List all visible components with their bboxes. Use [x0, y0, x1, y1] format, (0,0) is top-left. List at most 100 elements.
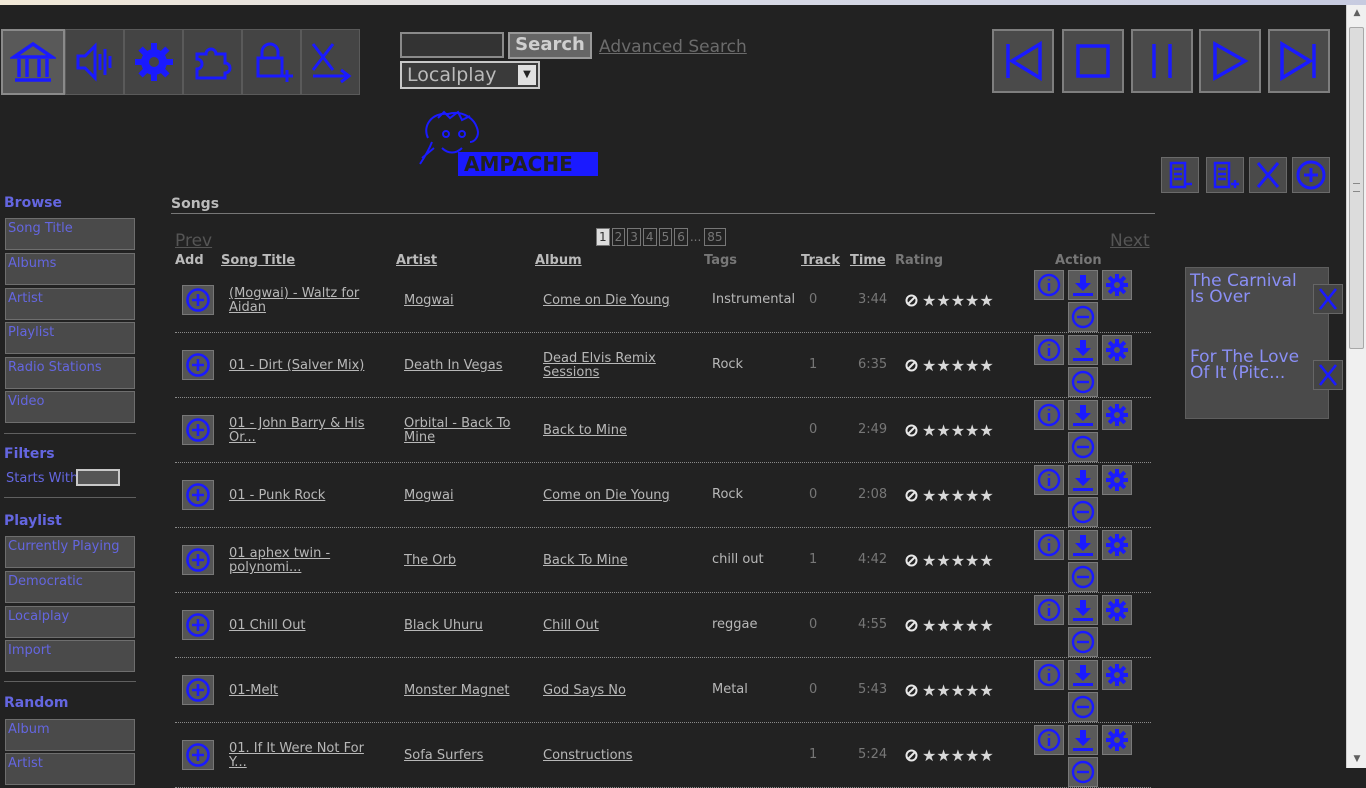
admin-button[interactable]: [242, 29, 301, 95]
now-playing-item[interactable]: The Carnival Is Over: [1190, 273, 1308, 306]
previous-track-button[interactable]: [992, 29, 1054, 93]
song-title-link[interactable]: 01 - Punk Rock: [229, 489, 379, 503]
preferences-button[interactable]: [124, 29, 183, 95]
player-select[interactable]: Localplay ▼: [400, 61, 540, 89]
scrollbar-thumb[interactable]: [1349, 27, 1364, 349]
edit-button[interactable]: [1102, 400, 1132, 430]
column-header-album[interactable]: Album: [535, 253, 582, 268]
pause-button[interactable]: [1131, 29, 1193, 93]
add-song-button[interactable]: [182, 740, 214, 770]
download-button[interactable]: [1068, 270, 1098, 300]
add-song-button[interactable]: [182, 350, 214, 380]
album-link[interactable]: God Says No: [543, 684, 673, 698]
sidebar-item-artist[interactable]: Artist: [5, 288, 135, 320]
sidebar-item-random-artist[interactable]: Artist: [5, 753, 135, 785]
album-link[interactable]: Back to Mine: [543, 424, 673, 438]
edit-button[interactable]: [1102, 595, 1132, 625]
page-link-last[interactable]: 85: [704, 228, 726, 246]
scroll-up-icon[interactable]: ▲: [1347, 5, 1366, 22]
rating-stars[interactable]: ★★★★★: [922, 291, 994, 310]
edit-button[interactable]: [1102, 335, 1132, 365]
download-button[interactable]: [1068, 595, 1098, 625]
download-button[interactable]: [1068, 660, 1098, 690]
remove-button[interactable]: [1068, 497, 1098, 527]
column-header-song-title[interactable]: Song Title: [221, 253, 295, 268]
song-title-link[interactable]: 01 Chill Out: [229, 619, 379, 633]
info-button[interactable]: [1034, 400, 1064, 430]
no-rating-icon[interactable]: [905, 359, 918, 372]
song-title-link[interactable]: 01 - John Barry & His Or...: [229, 417, 379, 445]
add-song-button[interactable]: [182, 610, 214, 640]
album-link[interactable]: Chill Out: [543, 619, 673, 633]
album-link[interactable]: Dead Elvis Remix Sessions: [543, 352, 673, 380]
scroll-down-icon[interactable]: ▼: [1347, 751, 1366, 768]
song-title-link[interactable]: 01 aphex twin - polynomi...: [229, 547, 379, 575]
rating-stars[interactable]: ★★★★★: [922, 421, 994, 440]
artist-link[interactable]: Mogwai: [404, 294, 524, 308]
artist-link[interactable]: The Orb: [404, 554, 524, 568]
playlist-clear-button[interactable]: [1249, 157, 1287, 193]
edit-button[interactable]: [1102, 725, 1132, 755]
no-rating-icon[interactable]: [905, 424, 918, 437]
next-page-link[interactable]: Next: [1110, 231, 1150, 251]
sidebar-item-radio-stations[interactable]: Radio Stations: [5, 357, 135, 389]
download-button[interactable]: [1068, 465, 1098, 495]
remove-button[interactable]: [1068, 757, 1098, 787]
edit-button[interactable]: [1102, 270, 1132, 300]
starts-with-input[interactable]: [76, 469, 120, 486]
search-button[interactable]: Search: [508, 32, 592, 59]
play-button[interactable]: [1199, 29, 1261, 93]
add-song-button[interactable]: [182, 285, 214, 315]
home-button[interactable]: [1, 29, 65, 95]
add-song-button[interactable]: [182, 415, 214, 445]
page-link[interactable]: 3: [627, 228, 641, 246]
remove-now-playing-button[interactable]: [1313, 284, 1343, 314]
info-button[interactable]: [1034, 725, 1064, 755]
page-link[interactable]: 6: [674, 228, 688, 246]
rating-stars[interactable]: ★★★★★: [922, 681, 994, 700]
no-rating-icon[interactable]: [905, 749, 918, 762]
now-playing-item[interactable]: For The Love Of It (Pitc...: [1190, 349, 1308, 382]
add-song-button[interactable]: [182, 675, 214, 705]
rating-stars[interactable]: ★★★★★: [922, 616, 994, 635]
modules-button[interactable]: [183, 29, 242, 95]
sidebar-item-random-album[interactable]: Album: [5, 719, 135, 751]
column-header-time[interactable]: Time: [850, 253, 886, 268]
sidebar-item-democratic[interactable]: Democratic: [5, 571, 135, 603]
page-link[interactable]: 2: [611, 228, 626, 246]
edit-button[interactable]: [1102, 660, 1132, 690]
song-title-link[interactable]: 01. If It Were Not For Y...: [229, 742, 379, 770]
remove-button[interactable]: [1068, 302, 1098, 332]
add-all-button[interactable]: [1292, 157, 1330, 193]
sidebar-item-albums[interactable]: Albums: [5, 253, 135, 285]
rating-stars[interactable]: ★★★★★: [922, 551, 994, 570]
download-button[interactable]: [1068, 400, 1098, 430]
artist-link[interactable]: Death In Vegas: [404, 359, 524, 373]
no-rating-icon[interactable]: [905, 294, 918, 307]
no-rating-icon[interactable]: [905, 489, 918, 502]
prev-page-link[interactable]: Prev: [175, 231, 212, 251]
page-link[interactable]: 4: [642, 228, 657, 246]
album-link[interactable]: Constructions: [543, 749, 673, 763]
rating-stars[interactable]: ★★★★★: [922, 746, 994, 765]
song-title-link[interactable]: (Mogwai) - Waltz for Aidan: [229, 287, 379, 315]
logout-button[interactable]: [301, 29, 360, 95]
artist-link[interactable]: Monster Magnet: [404, 684, 524, 698]
info-button[interactable]: [1034, 465, 1064, 495]
playlist-view-button[interactable]: [1161, 157, 1199, 193]
advanced-search-link[interactable]: Advanced Search: [599, 37, 747, 57]
album-link[interactable]: Back To Mine: [543, 554, 673, 568]
page-link[interactable]: 1: [596, 228, 610, 246]
download-button[interactable]: [1068, 335, 1098, 365]
edit-button[interactable]: [1102, 465, 1132, 495]
rating-stars[interactable]: ★★★★★: [922, 486, 994, 505]
info-button[interactable]: [1034, 270, 1064, 300]
no-rating-icon[interactable]: [905, 684, 918, 697]
stop-button[interactable]: [1062, 29, 1124, 93]
artist-link[interactable]: Sofa Surfers: [404, 749, 524, 763]
column-header-artist[interactable]: Artist: [396, 253, 437, 268]
artist-link[interactable]: Orbital - Back To Mine: [404, 417, 524, 445]
sidebar-item-video[interactable]: Video: [5, 391, 135, 423]
chevron-down-icon[interactable]: ▼: [518, 65, 536, 85]
sidebar-item-playlist[interactable]: Playlist: [5, 322, 135, 354]
